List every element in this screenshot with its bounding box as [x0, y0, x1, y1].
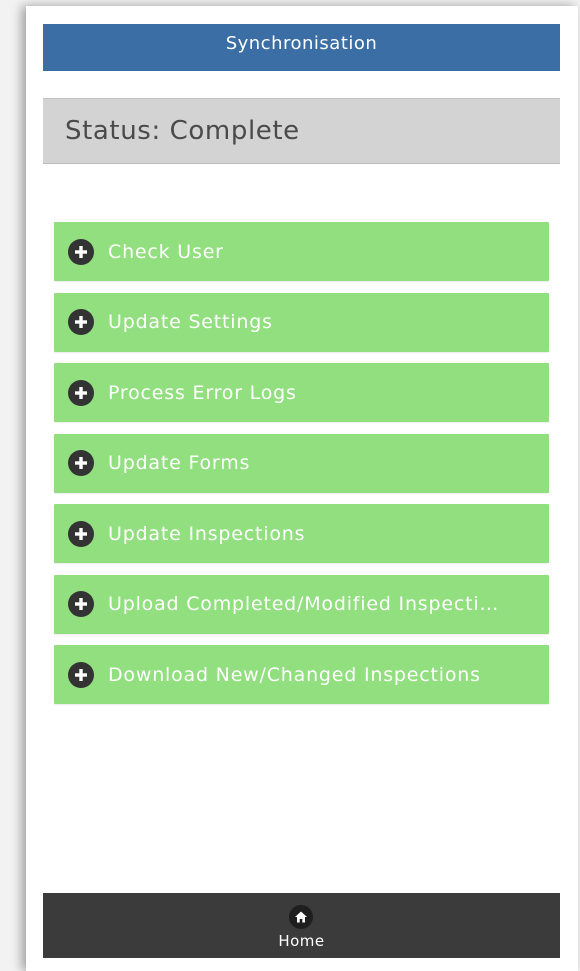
sync-step-list: Check User Update Settings Process Error…: [54, 222, 549, 716]
plus-circle-icon: [68, 520, 94, 547]
sync-step-update-forms[interactable]: Update Forms: [54, 433, 549, 493]
home-icon: [289, 905, 314, 929]
plus-circle-icon: [68, 309, 94, 335]
status-text: Status: Complete: [65, 116, 300, 146]
home-label: Home: [278, 932, 325, 950]
page-title: Synchronisation: [225, 33, 378, 54]
plus-circle-icon: [68, 238, 94, 265]
sync-step-label: Update Forms: [108, 452, 251, 474]
plus-circle-icon: [68, 450, 94, 476]
sync-step-check-user[interactable]: Check User: [54, 222, 549, 281]
header-bar: Synchronisation: [43, 24, 560, 71]
plus-circle-icon: [68, 379, 94, 406]
sync-step-update-inspections[interactable]: Update Inspections: [54, 504, 549, 563]
status-bar: Status: Complete: [43, 98, 560, 164]
sync-step-label: Update Settings: [108, 311, 273, 333]
plus-circle-icon: [68, 591, 94, 617]
plus-circle-icon: [68, 661, 94, 688]
sync-step-upload-inspections[interactable]: Upload Completed/Modified Inspecti…: [54, 574, 549, 634]
sync-step-label: Check User: [108, 240, 224, 263]
sync-step-download-inspections[interactable]: Download New/Changed Inspections: [54, 645, 549, 704]
sync-step-label: Update Inspections: [108, 522, 306, 545]
footer-nav-bar: Home: [43, 893, 560, 958]
sync-step-process-error-logs[interactable]: Process Error Logs: [54, 363, 549, 422]
sync-step-label: Upload Completed/Modified Inspecti…: [108, 593, 500, 615]
home-button[interactable]: Home: [278, 901, 324, 950]
sync-step-update-settings[interactable]: Update Settings: [54, 292, 549, 352]
sync-step-label: Process Error Logs: [108, 381, 297, 404]
sync-step-label: Download New/Changed Inspections: [108, 663, 481, 686]
